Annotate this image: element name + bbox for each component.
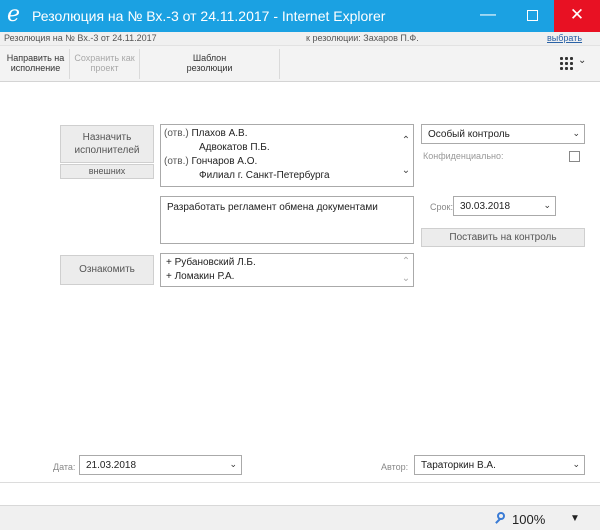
status-bar: 100% ▼ — [0, 505, 600, 530]
assign-external-button[interactable]: внешних — [60, 164, 154, 179]
minimize-icon: — — [480, 6, 496, 23]
author-select[interactable]: Тараторкин В.А. ⌄ — [414, 455, 585, 475]
divider — [0, 482, 600, 483]
confidential-label: Конфиденциально: — [423, 151, 504, 161]
familiarize-list[interactable]: + Рубановский Л.Б. + Ломакин Р.А. ⌃ ⌄ — [160, 253, 414, 287]
grid-icon — [559, 56, 573, 70]
zoom-level[interactable]: 100% — [512, 512, 545, 527]
responsible-tag: (отв.) — [164, 128, 189, 139]
executor-name: Плахов А.В. — [191, 128, 248, 139]
parent-resolution-label: к резолюции: Захаров П.Ф. — [306, 33, 419, 43]
control-type-select[interactable]: Особый контроль ⌄ — [421, 124, 585, 144]
choose-link[interactable]: выбрать — [547, 33, 582, 43]
save-as-draft-label-line1: Сохранить как — [74, 53, 135, 63]
scroll-down-icon[interactable]: ⌄ — [401, 273, 411, 284]
maximize-button[interactable] — [510, 0, 554, 32]
send-to-execution-label-line1: Направить на — [6, 53, 65, 63]
responsible-tag: (отв.) — [164, 156, 189, 167]
chevron-down-icon: ⌄ — [578, 55, 587, 66]
toolbar: Направить на исполнение Сохранить как пр… — [0, 46, 600, 82]
due-date-label: Срок: — [430, 202, 453, 212]
familiarize-scrollbar[interactable]: ⌃ ⌄ — [399, 254, 413, 286]
date-label: Дата: — [53, 462, 76, 472]
assign-executors-button[interactable]: Назначить исполнителей — [60, 125, 154, 163]
executors-scrollbar[interactable]: ⌃ ⌄ — [399, 125, 413, 186]
list-item[interactable]: (отв.) Гончаров А.О. — [164, 156, 257, 167]
scroll-up-icon[interactable]: ⌃ — [401, 135, 411, 146]
zoom-icon[interactable] — [493, 511, 509, 527]
close-icon: ✕ — [569, 5, 585, 24]
window-title: Резолюция на № Вх.-3 от 24.11.2017 - Int… — [32, 8, 386, 24]
document-reference: Резолюция на № Вх.-3 от 24.11.2017 — [4, 33, 157, 43]
executors-list[interactable]: (отв.) Плахов А.В. Адвокатов П.Б. (отв.)… — [160, 124, 414, 187]
confidential-checkbox[interactable] — [569, 151, 580, 162]
chevron-down-icon: ⌄ — [572, 459, 580, 469]
due-date-value: 30.03.2018 — [460, 201, 511, 212]
author-value: Тараторкин В.А. — [421, 460, 496, 471]
put-on-control-button[interactable]: Поставить на контроль — [421, 228, 585, 247]
due-date-select[interactable]: 30.03.2018 ⌄ — [453, 196, 556, 216]
resolution-text-field[interactable]: Разработать регламент обмена документами — [160, 196, 414, 244]
familiarize-button[interactable]: Ознакомить — [60, 255, 154, 285]
chevron-down-icon: ⌄ — [229, 459, 237, 469]
close-button[interactable]: ✕ — [554, 0, 600, 32]
scroll-up-icon[interactable]: ⌃ — [401, 256, 411, 267]
scroll-down-icon[interactable]: ⌄ — [401, 165, 411, 176]
control-type-value: Особый контроль — [428, 129, 510, 140]
list-item[interactable]: Филиал г. Санкт-Петербурга — [199, 170, 330, 181]
resolution-template-button[interactable]: Шаблон резолюции — [140, 49, 280, 79]
executor-name: Адвокатов П.Б. — [199, 142, 270, 153]
list-item[interactable]: + Рубановский Л.Б. — [166, 257, 256, 268]
browser-window: e Резолюция на № Вх.-3 от 24.11.2017 - I… — [0, 0, 600, 530]
minimize-button[interactable]: — — [466, 0, 510, 32]
date-select[interactable]: 21.03.2018 ⌄ — [79, 455, 242, 475]
chevron-down-icon: ⌄ — [572, 128, 580, 138]
document-info-line: Резолюция на № Вх.-3 от 24.11.2017 к рез… — [0, 32, 600, 46]
executor-name: Гончаров А.О. — [191, 156, 258, 167]
zoom-dropdown-icon[interactable]: ▼ — [570, 513, 580, 524]
chevron-down-icon: ⌄ — [543, 200, 551, 210]
internet-explorer-logo-icon: e — [7, 2, 21, 27]
resolution-template-label-line2: резолюции — [186, 63, 233, 73]
assign-executors-label-line2: исполнителей — [74, 145, 140, 156]
send-to-execution-label-line2: исполнение — [10, 63, 61, 73]
save-as-draft-label-line2: проект — [90, 63, 119, 73]
list-item[interactable]: (отв.) Плахов А.В. — [164, 128, 248, 139]
list-item[interactable]: + Ломакин Р.А. — [166, 271, 234, 282]
send-to-execution-button[interactable]: Направить на исполнение — [2, 49, 70, 79]
maximize-icon — [526, 10, 538, 21]
author-label: Автор: — [381, 462, 409, 472]
date-value: 21.03.2018 — [86, 460, 137, 471]
assign-executors-label-line1: Назначить — [82, 132, 132, 143]
title-bar: e Резолюция на № Вх.-3 от 24.11.2017 - I… — [0, 0, 600, 32]
executor-name: Филиал г. Санкт-Петербурга — [199, 170, 330, 181]
list-item[interactable]: Адвокатов П.Б. — [199, 142, 270, 153]
save-as-draft-button[interactable]: Сохранить как проект — [70, 49, 140, 79]
app-menu-button[interactable]: ⌄ — [559, 55, 591, 72]
resolution-template-label-line1: Шаблон — [192, 53, 227, 63]
